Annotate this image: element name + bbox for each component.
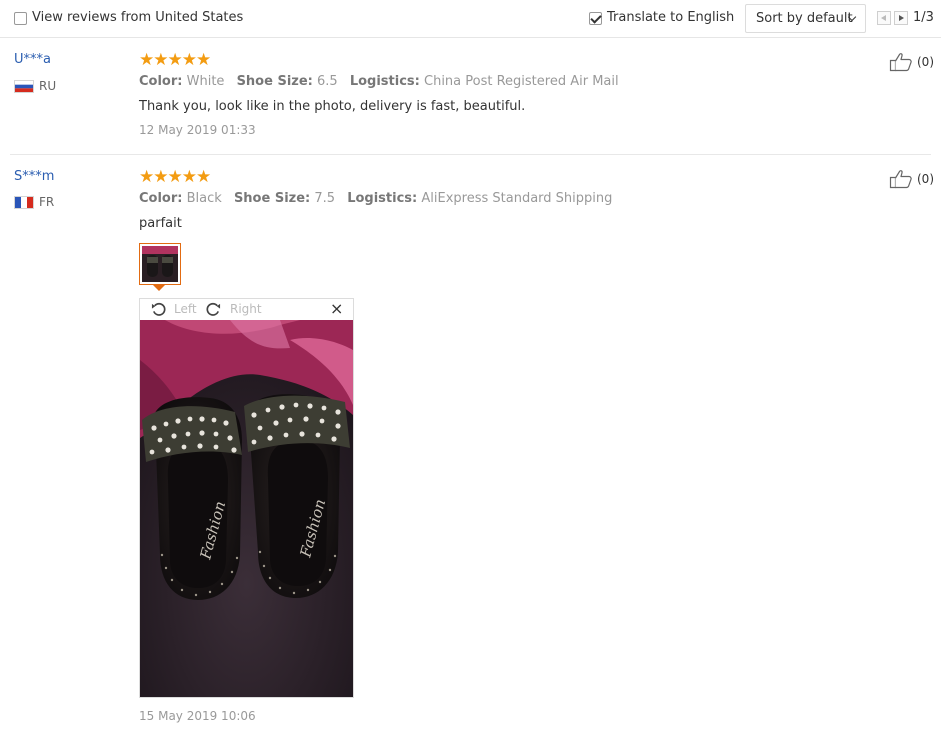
review-text: Thank you, look like in the photo, deliv… [139, 99, 526, 114]
purchase-attributes: Color: White Shoe Size: 6.5 Logistics: C… [139, 74, 627, 89]
next-page-button[interactable] [894, 11, 908, 25]
arrow-right-icon [899, 15, 904, 21]
helpful-count: (0) [917, 55, 934, 69]
flag-fr-icon [14, 196, 34, 209]
prev-page-button[interactable] [877, 11, 891, 25]
helpful-button[interactable]: (0) [889, 52, 937, 74]
rotate-left-icon[interactable] [151, 302, 166, 317]
logistics-value: China Post Registered Air Mail [424, 74, 619, 89]
translate-label[interactable]: Translate to English [607, 10, 734, 25]
page-indicator: 1/3 [913, 10, 934, 25]
sort-dropdown[interactable]: Sort by default [745, 4, 866, 33]
thumbs-up-icon [889, 170, 912, 189]
purchase-attributes: Color: Black Shoe Size: 7.5 Logistics: A… [139, 191, 620, 206]
rotate-right-icon[interactable] [206, 302, 221, 317]
view-reviews-label[interactable]: View reviews from United States [32, 10, 243, 25]
review-photo-thumbnail[interactable] [139, 243, 181, 285]
review-divider [10, 154, 931, 155]
sort-dropdown-label: Sort by default [756, 11, 853, 26]
logistics-value: AliExpress Standard Shipping [421, 191, 613, 206]
reviewer-name: S***m [14, 169, 55, 184]
color-value: White [186, 74, 225, 89]
view-reviews-checkbox[interactable] [14, 12, 27, 25]
review-toolbar: View reviews from United States Translat… [0, 0, 941, 38]
star-rating: ★★★★★ [139, 50, 211, 70]
logistics-key: Logistics: [349, 74, 420, 89]
review-photo-large: Fashion Fashion [140, 320, 353, 697]
flag-ru-icon [14, 80, 34, 93]
reviewer-country: RU [39, 79, 57, 93]
arrow-left-icon [881, 15, 886, 21]
review-date: 15 May 2019 10:06 [139, 709, 256, 723]
color-key: Color: [139, 191, 183, 206]
thumbs-up-icon [889, 53, 912, 72]
shoe-size-key: Shoe Size: [236, 74, 313, 89]
star-rating: ★★★★★ [139, 167, 211, 187]
rotate-left-label[interactable]: Left [174, 302, 197, 316]
photo-viewer-toolbar: Left Right × [140, 299, 353, 320]
thumbnail-pointer [153, 285, 165, 291]
rotate-right-label[interactable]: Right [230, 302, 262, 316]
review-text: parfait [139, 216, 182, 231]
color-value: Black [186, 191, 222, 206]
close-icon[interactable]: × [330, 299, 343, 318]
logistics-key: Logistics: [347, 191, 418, 206]
shoe-size-value: 7.5 [314, 191, 336, 206]
photo-viewer: Left Right × Fashion Fashion [139, 298, 354, 698]
review-date: 12 May 2019 01:33 [139, 123, 256, 137]
shoe-size-value: 6.5 [317, 74, 338, 89]
helpful-count: (0) [917, 172, 934, 186]
sandals-photo-thumbnail [142, 246, 178, 282]
helpful-button[interactable]: (0) [889, 169, 937, 191]
shoe-size-key: Shoe Size: [233, 191, 311, 206]
reviewer-country: FR [39, 195, 55, 209]
reviewer-name: U***a [14, 52, 51, 67]
translate-checkbox[interactable] [589, 12, 602, 25]
color-key: Color: [139, 74, 183, 89]
